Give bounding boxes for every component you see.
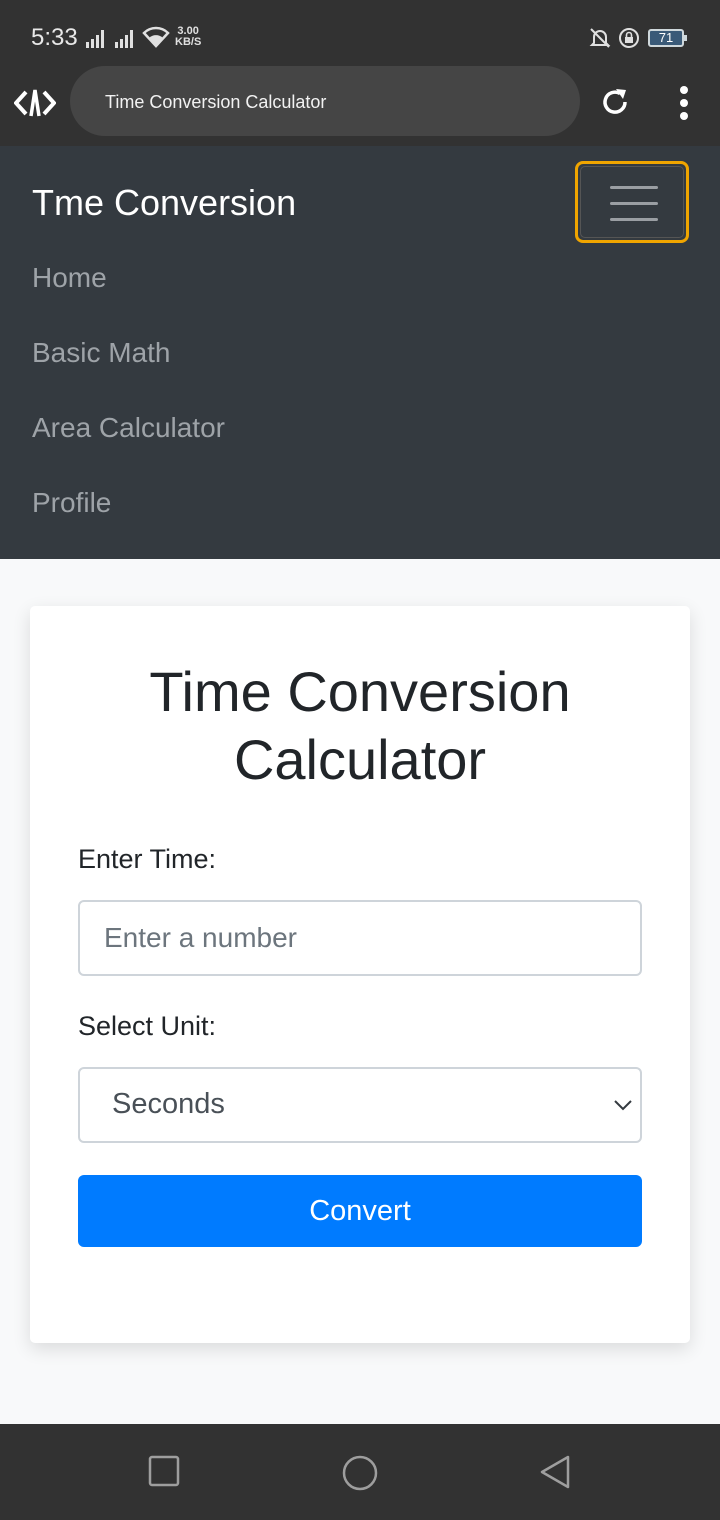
status-bar: 5:33 3.00 KB/S 71 — [0, 0, 720, 66]
wifi-icon — [142, 26, 170, 48]
time-input[interactable] — [78, 900, 642, 976]
battery-level: 71 — [658, 30, 674, 45]
navbar-toggler-button[interactable] — [575, 161, 689, 243]
app-logo-icon[interactable] — [14, 86, 56, 120]
url-bar[interactable]: Time Conversion Calculator — [70, 66, 580, 136]
unit-select-value: Seconds — [112, 1088, 225, 1120]
nav-link-basic-math[interactable]: Basic Math — [32, 335, 225, 410]
back-triangle-icon[interactable] — [538, 1454, 574, 1490]
nav-link-profile[interactable]: Profile — [32, 485, 225, 560]
site-navbar: Tme Conversion Home Basic Math Area Calc… — [0, 146, 720, 559]
signal-icon — [86, 30, 110, 48]
browser-toolbar: Time Conversion Calculator — [0, 66, 720, 146]
calculator-card: Time Conversion Calculator Enter Time: S… — [30, 606, 690, 1343]
network-speed: 3.00 KB/S — [175, 26, 201, 48]
battery-icon: 71 — [648, 29, 687, 47]
reload-icon[interactable] — [598, 85, 632, 119]
system-navigation-bar — [0, 1424, 720, 1520]
url-title: Time Conversion Calculator — [105, 92, 327, 112]
speed-unit: KB/S — [175, 36, 202, 48]
mute-bell-icon — [589, 28, 611, 48]
unit-label: Select Unit: — [78, 1011, 217, 1041]
status-time: 5:33 — [31, 24, 78, 51]
lock-rotation-icon — [619, 28, 639, 48]
nav-links: Home Basic Math Area Calculator Profile — [32, 260, 225, 560]
home-circle-icon[interactable] — [341, 1454, 379, 1492]
navbar-brand[interactable]: Tme Conversion — [32, 182, 296, 224]
page-title: Time Conversion Calculator — [149, 660, 571, 791]
chevron-down-icon — [614, 1100, 632, 1111]
nav-link-area-calculator[interactable]: Area Calculator — [32, 410, 225, 485]
signal-icon — [115, 30, 139, 48]
recents-square-icon[interactable] — [147, 1454, 181, 1488]
time-label: Enter Time: — [78, 844, 217, 874]
unit-select[interactable]: Seconds — [78, 1067, 642, 1143]
more-vert-icon[interactable] — [680, 86, 690, 125]
convert-button[interactable]: Convert — [78, 1175, 642, 1247]
nav-link-home[interactable]: Home — [32, 260, 225, 335]
